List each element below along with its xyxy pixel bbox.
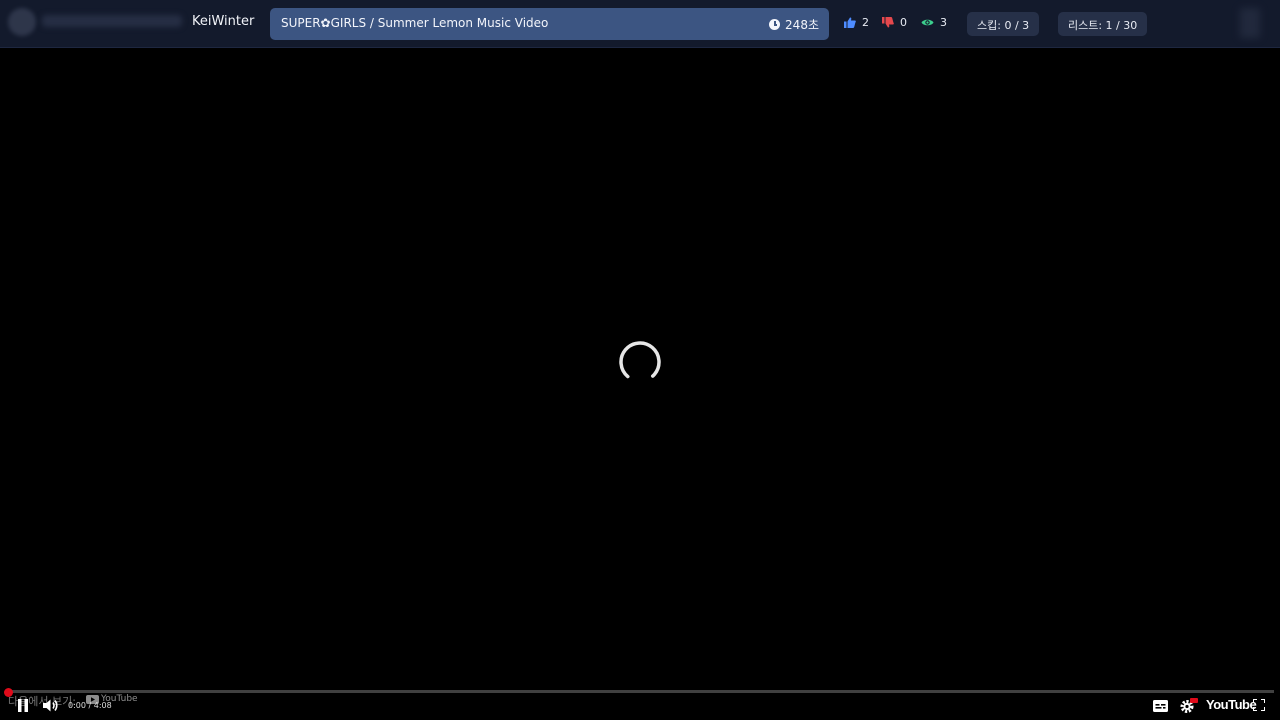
username: KeiWinter (192, 14, 255, 29)
timer: 248초 (769, 16, 819, 33)
progress-bar[interactable] (6, 690, 1274, 693)
youtube-logo-button[interactable]: YouTube (1206, 697, 1257, 712)
blurred-avatar (8, 8, 36, 36)
like-count: 2 (862, 16, 869, 29)
pause-button[interactable] (17, 699, 29, 712)
blurred-corner-element (1240, 8, 1260, 38)
view-count: 3 (940, 16, 947, 29)
settings-icon (1180, 698, 1198, 713)
volume-icon (43, 699, 58, 712)
view-counter: 3 (921, 16, 947, 29)
eye-icon (921, 19, 934, 26)
fullscreen-button[interactable] (1253, 699, 1265, 711)
dislike-count: 0 (900, 16, 907, 29)
clock-icon (769, 19, 781, 30)
youtube-logo: YouTube (1206, 697, 1257, 712)
subtitles-button[interactable] (1153, 700, 1168, 712)
time-display: 0:00 / 4:08 (68, 701, 112, 710)
like-counter[interactable]: 2 (844, 16, 869, 29)
volume-button[interactable] (43, 699, 59, 712)
timer-value: 248초 (785, 18, 819, 32)
settings-button[interactable] (1180, 698, 1198, 714)
skip-counter[interactable]: 스킵: 0 / 3 (967, 12, 1040, 36)
video-title: SUPER✿GIRLS / Summer Lemon Music Video (281, 16, 549, 30)
subtitles-icon (1153, 700, 1168, 712)
thumbs-up-icon (844, 17, 856, 28)
fullscreen-icon (1253, 699, 1265, 711)
video-title-bar: SUPER✿GIRLS / Summer Lemon Music Video 2… (270, 8, 829, 40)
pause-icon (18, 699, 28, 712)
thumbs-down-icon (882, 17, 894, 28)
blurred-channel-text (42, 15, 182, 27)
dislike-counter[interactable]: 0 (882, 16, 907, 29)
player-controls: 다음에서 보기: YouTube 0:00 / 4:08 YouTube (0, 694, 1280, 720)
list-counter[interactable]: 리스트: 1 / 30 (1058, 12, 1148, 36)
top-bar: KeiWinter SUPER✿GIRLS / Summer Lemon Mus… (0, 0, 1280, 48)
loading-spinner-icon (619, 341, 661, 383)
